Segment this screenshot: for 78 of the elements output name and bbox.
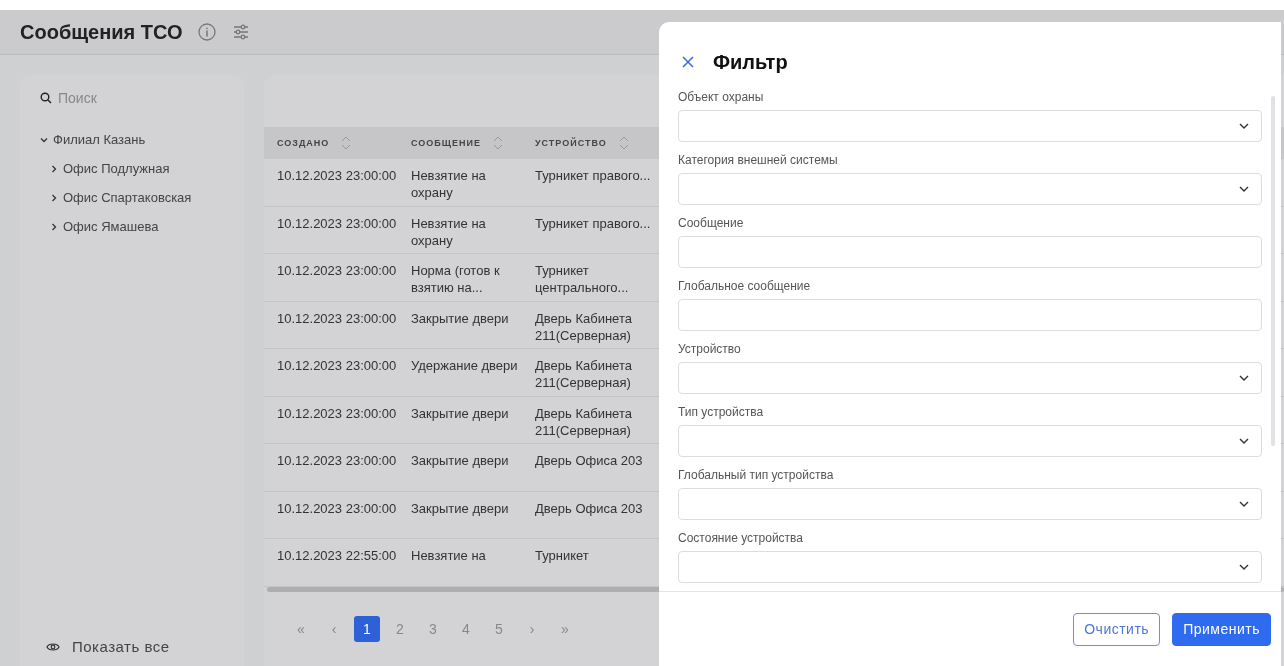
chevron-down-icon <box>1239 501 1249 507</box>
table-cell-text: Турникет центрального... <box>534 262 630 297</box>
eye-icon <box>46 641 60 652</box>
table-cell-text: 10.12.2023 23:00:00 <box>276 214 398 233</box>
tree-item[interactable]: Офис Подлужная <box>40 154 244 183</box>
table-cell-text: Дверь Офиса 203 <box>534 499 644 518</box>
table-cell-text: Турникет правого... <box>534 214 652 233</box>
table-cell-text: Закрытие двери <box>410 309 510 328</box>
close-icon[interactable] <box>681 55 695 69</box>
column-header[interactable]: УСТРОЙСТВО <box>535 138 607 148</box>
table-cell-text: 10.12.2023 23:00:00 <box>276 262 398 280</box>
select-field[interactable] <box>678 488 1262 520</box>
page-button[interactable]: 4 <box>453 616 479 642</box>
table-cell-text: 10.12.2023 23:00:00 <box>276 357 398 375</box>
field-label: Глобальный тип устройства <box>678 468 835 482</box>
table-cell-text: 10.12.2023 23:00:00 <box>276 452 398 470</box>
page-button[interactable]: 1 <box>354 616 380 642</box>
search-field[interactable]: Поиск <box>56 89 210 107</box>
table-cell-text: Норма (готов к взятию на... <box>410 262 501 297</box>
info-icon[interactable] <box>196 22 217 42</box>
select-field[interactable] <box>678 362 1262 394</box>
select-field[interactable] <box>678 425 1262 457</box>
select-field[interactable] <box>678 110 1262 142</box>
next-page-button[interactable]: › <box>519 616 545 642</box>
field-label: Состояние устройства <box>678 531 805 545</box>
field-label: Тип устройства <box>678 405 765 419</box>
chevron-down-icon <box>1239 438 1249 444</box>
show-all-button[interactable]: Показать все <box>40 638 244 666</box>
field-label: Устройство <box>678 342 742 356</box>
table-cell-text: Дверь Кабинета 211(Серверная) <box>534 309 633 345</box>
table-cell-text: 10.12.2023 23:00:00 <box>276 404 398 423</box>
table-cell-text: Невзятие на охрану <box>410 214 487 250</box>
table-cell-text: Невзятие на <box>410 547 487 565</box>
table-cell-text: 10.12.2023 23:00:00 <box>276 309 398 328</box>
search-icon <box>40 92 52 104</box>
tree-item[interactable]: Офис Спартаковская <box>40 183 244 212</box>
apply-button[interactable]: Применить <box>1172 612 1271 646</box>
table-cell-text: Дверь Офиса 203 <box>534 452 644 470</box>
sort-icon[interactable] <box>492 135 503 151</box>
chevron-down-icon <box>1239 375 1249 381</box>
column-header[interactable]: СООБЩЕНИЕ <box>411 138 481 148</box>
table-cell-text: 10.12.2023 23:00:00 <box>276 499 398 518</box>
page-button[interactable]: 3 <box>420 616 446 642</box>
select-field[interactable] <box>678 173 1262 205</box>
chevron-down-icon <box>1239 186 1249 192</box>
tree-item[interactable]: Офис Ямашева <box>40 212 244 241</box>
input-field[interactable] <box>678 299 1262 331</box>
table-cell-text: Невзятие на охрану <box>410 167 487 202</box>
drawer-title: Фильтр <box>713 50 788 74</box>
field-label: Объект охраны <box>678 90 765 104</box>
table-cell-text: Турникет правого... <box>534 167 652 185</box>
table-cell-text: Закрытие двери <box>410 499 510 518</box>
field-label: Категория внешней системы <box>678 153 839 167</box>
sort-icon[interactable] <box>618 135 629 151</box>
last-page-button[interactable]: » <box>552 616 578 642</box>
page-button[interactable]: 2 <box>387 616 413 642</box>
field-label: Глобальное сообщение <box>678 279 812 293</box>
sort-icon[interactable] <box>341 135 352 151</box>
page-title: Сообщения ТСО <box>20 20 183 44</box>
page-button[interactable]: 5 <box>486 616 512 642</box>
table-cell-text: Турникет <box>534 547 590 565</box>
table-cell-text: 10.12.2023 22:55:00 <box>276 547 398 565</box>
first-page-button[interactable]: « <box>288 616 314 642</box>
tree-item[interactable]: Филиал Казань <box>40 125 244 154</box>
table-cell-text: Дверь Кабинета 211(Серверная) <box>534 357 633 392</box>
previous-page-button[interactable]: ‹ <box>321 616 347 642</box>
chevron-down-icon <box>1239 564 1249 570</box>
chevron-down-icon <box>1239 123 1249 129</box>
table-cell-text: Удержание двери <box>410 357 519 375</box>
column-header[interactable]: СОЗДАНО <box>277 138 330 148</box>
table-cell-text: 10.12.2023 23:00:00 <box>276 167 398 185</box>
select-field[interactable] <box>678 551 1262 583</box>
table-cell-text: Дверь Кабинета 211(Серверная) <box>534 404 633 440</box>
input-field[interactable] <box>678 236 1262 268</box>
clear-button[interactable]: Очистить <box>1073 612 1161 646</box>
field-label: Сообщение <box>678 216 745 230</box>
table-cell-text: Закрытие двери <box>410 404 510 423</box>
table-cell-text: Закрытие двери <box>410 452 510 470</box>
